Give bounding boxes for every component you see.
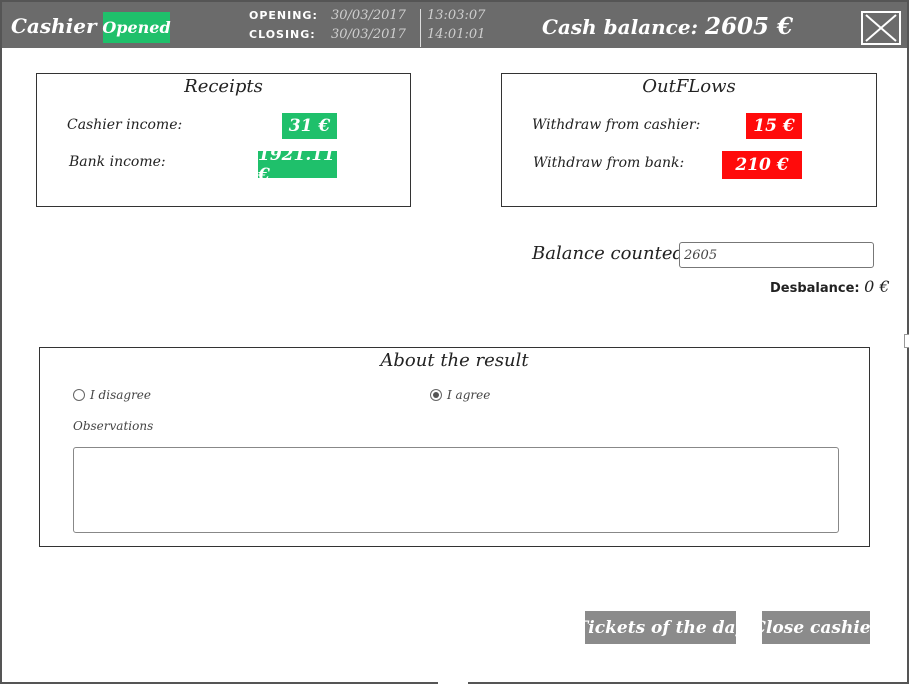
- disagree-radio[interactable]: [73, 389, 85, 401]
- withdraw-bank-label: Withdraw from bank:: [533, 155, 685, 171]
- cashier-income-label: Cashier income:: [67, 117, 183, 133]
- desbalance-label: Desbalance:: [770, 281, 860, 296]
- observations-textarea[interactable]: [73, 447, 839, 533]
- balance-counted-input[interactable]: [679, 242, 874, 268]
- cashier-window: Cashier Opened OPENING: 30/03/2017 13:03…: [0, 0, 909, 684]
- cash-balance-value: 2605 €: [704, 13, 793, 40]
- closing-time: 14:01:01: [427, 27, 486, 42]
- status-badge: Opened: [102, 12, 171, 43]
- close-icon: [865, 14, 897, 42]
- disagree-radio-option[interactable]: I disagree: [73, 388, 151, 402]
- tickets-of-the-day-button[interactable]: Tickets of the day: [576, 611, 745, 644]
- balance-counted-label: Balance counted: [532, 243, 685, 264]
- receipts-panel: Receipts Cashier income: 31 € Bank incom…: [36, 73, 411, 207]
- close-window-button[interactable]: [861, 11, 901, 45]
- header-bar: Cashier Opened OPENING: 30/03/2017 13:03…: [2, 2, 907, 48]
- window-title: Cashier: [11, 14, 97, 38]
- closing-date: 30/03/2017: [331, 27, 406, 42]
- cash-balance: Cash balance: 2605 €: [542, 13, 793, 40]
- cash-balance-label: Cash balance:: [542, 15, 698, 39]
- agree-label: I agree: [447, 388, 491, 402]
- receipts-title: Receipts: [184, 76, 263, 97]
- observations-label: Observations: [73, 419, 154, 433]
- opening-date: 30/03/2017: [331, 8, 406, 23]
- disagree-label: I disagree: [90, 388, 152, 402]
- withdraw-cashier-value: 15 €: [746, 113, 802, 139]
- result-title: About the result: [380, 350, 529, 371]
- withdraw-bank-value: 210 €: [722, 151, 802, 179]
- withdraw-cashier-label: Withdraw from cashier:: [532, 117, 701, 133]
- closing-label: CLOSING:: [249, 28, 316, 41]
- desbalance-value: 0 €: [864, 277, 890, 296]
- cashier-income-value: 31 €: [282, 113, 337, 139]
- outflows-panel: OutFLows Withdraw from cashier: 15 € Wit…: [501, 73, 877, 207]
- outflows-title: OutFLows: [642, 76, 736, 97]
- header-divider: [420, 9, 421, 47]
- agree-radio[interactable]: [430, 389, 442, 401]
- side-handle: [904, 334, 909, 348]
- desbalance: Desbalance: 0 €: [770, 277, 890, 296]
- close-cashier-button[interactable]: Close cashier: [752, 611, 880, 644]
- bottom-handle: [438, 678, 468, 684]
- bank-income-label: Bank income:: [69, 154, 166, 170]
- opening-label: OPENING:: [249, 9, 318, 22]
- agree-radio-option[interactable]: I agree: [430, 388, 490, 402]
- bank-income-value: 1921.11 €: [258, 145, 337, 185]
- opening-time: 13:03:07: [427, 8, 486, 23]
